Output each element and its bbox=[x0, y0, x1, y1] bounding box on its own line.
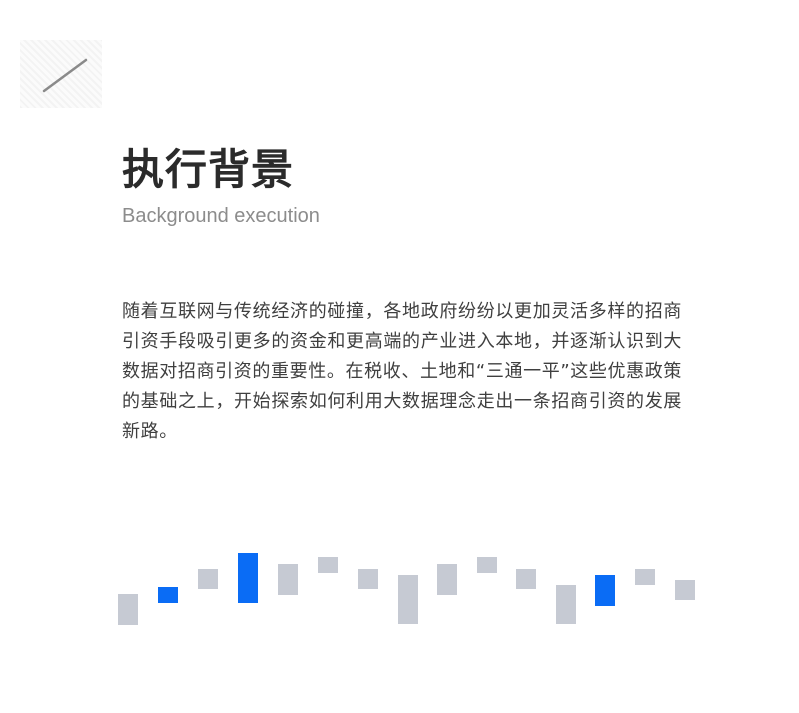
decor-bar bbox=[318, 557, 338, 573]
corner-decoration bbox=[20, 40, 102, 108]
decor-bar bbox=[158, 587, 178, 603]
decor-bar bbox=[398, 575, 418, 624]
page-title: 执行背景 bbox=[122, 145, 295, 194]
decor-bar bbox=[238, 553, 258, 603]
decor-bar bbox=[595, 575, 615, 606]
decor-bar bbox=[635, 569, 655, 585]
background-paragraph: 随着互联网与传统经济的碰撞，各地政府纷纷以更加灵活多样的招商引资手段吸引更多的资… bbox=[122, 301, 682, 442]
decor-bar bbox=[278, 564, 298, 595]
decor-bar bbox=[358, 569, 378, 589]
page-subtitle: Background execution bbox=[122, 205, 320, 227]
decor-bar bbox=[675, 580, 695, 600]
decor-bar bbox=[118, 594, 138, 625]
decor-bar bbox=[198, 569, 218, 589]
decor-bar bbox=[556, 585, 576, 624]
decor-bar bbox=[437, 564, 457, 595]
diagonal-line-icon bbox=[42, 58, 88, 93]
decor-bar bbox=[477, 557, 497, 573]
decor-bar bbox=[516, 569, 536, 589]
